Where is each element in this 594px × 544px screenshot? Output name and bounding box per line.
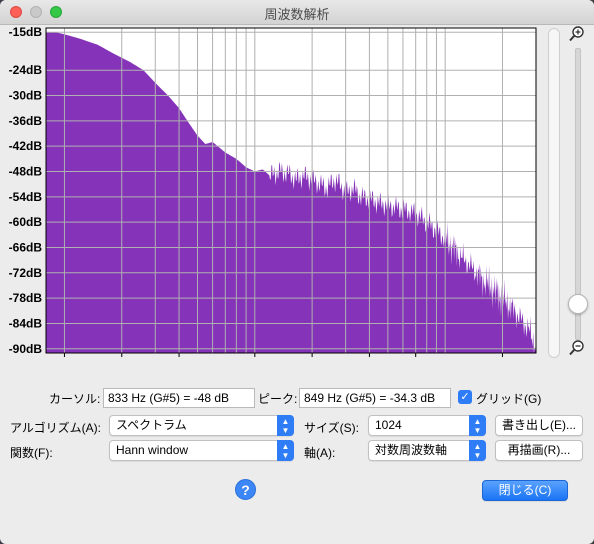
- y-tick-label: -60dB: [9, 215, 43, 229]
- size-label: サイズ(S):: [304, 421, 359, 435]
- y-tick-label: -72dB: [9, 266, 43, 280]
- y-tick-label: -36dB: [9, 114, 43, 128]
- cursor-label: カーソル:: [49, 392, 101, 406]
- y-tick-label: -48dB: [9, 165, 43, 179]
- x-tick-label: 40Hz: [165, 358, 193, 360]
- y-tick-label: -78dB: [9, 291, 43, 305]
- x-tick-label: 100Hz: [237, 358, 272, 360]
- peak-label: ピーク:: [258, 392, 298, 406]
- function-label: 関数(F):: [10, 446, 53, 460]
- algorithm-label: アルゴリズム(A):: [10, 421, 101, 435]
- export-button[interactable]: 書き出し(E)...: [495, 415, 583, 436]
- axis-select[interactable]: 対数周波数軸 ▲ ▼: [368, 440, 486, 461]
- cursor-value-field[interactable]: 833 Hz (G#5) = -48 dB: [103, 388, 255, 408]
- title-bar: 周波数解析: [0, 0, 594, 25]
- y-tick-label: -54dB: [9, 190, 43, 204]
- y-tick-label: -30dB: [9, 89, 43, 103]
- spectrum-chart[interactable]: -15dB -24dB -30dB -36dB -42dB -48dB -54dB -60dB…: [6, 25, 544, 360]
- axis-label: 軸(A):: [304, 446, 336, 460]
- algorithm-select[interactable]: スペクトラム ▲ ▼: [109, 415, 294, 436]
- y-tick-label: -84dB: [9, 316, 43, 330]
- peak-value-field[interactable]: 849 Hz (G#5) = -34.3 dB: [299, 388, 451, 408]
- plot-vertical-scrollbar[interactable]: [548, 28, 560, 358]
- spectrum-plot-panel: -15dB -24dB -30dB -36dB -42dB -48dB -54dB -60dB…: [6, 25, 544, 360]
- grid-checkbox-label: グリッド(G): [476, 392, 542, 406]
- x-tick-label: 400Hz: [352, 358, 387, 360]
- help-icon[interactable]: ?: [235, 479, 256, 500]
- size-select-value: 1024: [375, 418, 402, 432]
- x-tick-label: 700Hz: [398, 358, 433, 360]
- select-arrows-icon: ▲ ▼: [469, 415, 486, 436]
- x-tick-label: 2000Hz: [482, 358, 523, 360]
- replot-button[interactable]: 再描画(R)...: [495, 440, 583, 461]
- window-title: 周波数解析: [264, 8, 330, 23]
- zoom-in-icon[interactable]: [569, 26, 585, 42]
- close-button[interactable]: 閉じる(C): [482, 480, 568, 501]
- y-tick-label: -15dB: [9, 25, 43, 39]
- frequency-analysis-window: 周波数解析 -15dB -24dB -30dB -36dB -42dB -48dB -54d…: [0, 0, 594, 544]
- window-function-select-value: Hann window: [116, 443, 189, 457]
- zoom-out-icon[interactable]: [569, 340, 585, 356]
- y-tick-label: -90dB: [9, 342, 43, 356]
- axis-select-value: 対数周波数軸: [375, 443, 448, 457]
- zoom-slider-thumb[interactable]: [568, 294, 588, 315]
- algorithm-select-value: スペクトラム: [116, 418, 187, 432]
- y-tick-label: -66dB: [9, 240, 43, 254]
- window-function-select[interactable]: Hann window ▲ ▼: [109, 440, 294, 461]
- size-select[interactable]: 1024 ▲ ▼: [368, 415, 486, 436]
- select-arrows-icon: ▲ ▼: [469, 440, 486, 461]
- select-arrows-icon: ▲ ▼: [277, 415, 294, 436]
- x-tick-label: 200Hz: [295, 358, 330, 360]
- y-tick-label: -24dB: [9, 63, 43, 77]
- y-tick-label: -42dB: [9, 139, 43, 153]
- x-tick-label: 10Hz: [50, 358, 78, 360]
- grid-checkbox[interactable]: ✓: [458, 390, 472, 404]
- select-arrows-icon: ▲ ▼: [277, 440, 294, 461]
- x-tick-label: 20Hz: [108, 358, 136, 360]
